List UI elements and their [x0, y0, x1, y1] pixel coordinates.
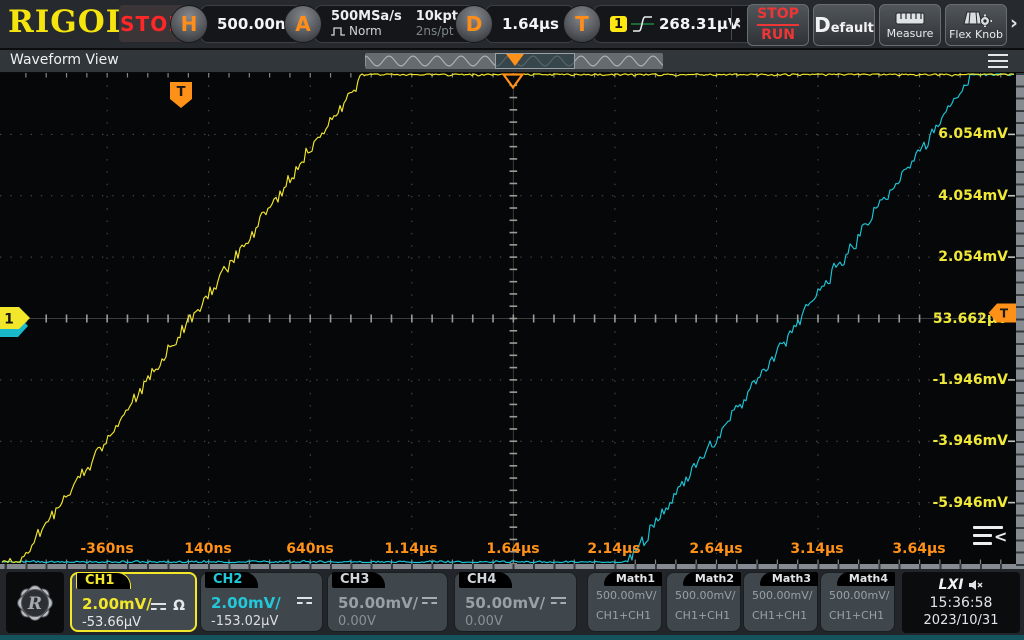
math4-tab[interactable]: Math4 — [837, 572, 895, 586]
menu-icon[interactable] — [988, 54, 1008, 68]
speaker-muted-icon — [968, 579, 983, 591]
delay-knob[interactable]: D — [455, 5, 493, 43]
ruler-icon — [895, 11, 925, 26]
delay-group: D 1.64µs — [455, 5, 575, 43]
math2-scale: 500.00mV/ — [675, 589, 735, 602]
stop-run-divider — [757, 24, 799, 26]
trigger-info[interactable]: 1 268.31µV A — [593, 5, 769, 43]
trigger-level-value: 268.31µV — [659, 15, 740, 33]
toolbar-next-chevron[interactable]: › — [1010, 12, 1018, 34]
ch2-tab[interactable]: CH2 — [205, 572, 258, 588]
trigger-level-marker[interactable]: T — [988, 303, 1016, 323]
math2-status-box[interactable]: Math2 500.00mV/ CH1+CH1 — [666, 572, 741, 632]
waveform-view-title: Waveform View — [10, 52, 119, 68]
math3-status-box[interactable]: Math3 500.00mV/ CH1+CH1 — [743, 572, 818, 632]
default-button[interactable]: Default — [813, 4, 875, 46]
ch3-dc-coupling-icon — [422, 597, 437, 604]
math4-status-box[interactable]: Math4 500.00mV/ CH1+CH1 — [820, 572, 895, 632]
ch1-offset: -53.66µV — [82, 615, 141, 630]
ch3-scale: 50.00mV/ — [338, 594, 418, 612]
math3-scale: 500.00mV/ — [752, 589, 812, 602]
math4-expression: CH1+CH1 — [829, 609, 884, 622]
waveform-display[interactable]: 6.054mV4.054mV 2.054mV53.662µV -1.946mV-… — [0, 73, 1024, 569]
measure-label: Measure — [887, 27, 934, 40]
math3-expression: CH1+CH1 — [752, 609, 807, 622]
ch4-scale: 50.00mV/ — [465, 594, 545, 612]
ch3-status-box[interactable]: CH3 50.00mV/ 0.00V — [327, 572, 448, 632]
delay-value[interactable]: 1.64µs — [485, 5, 575, 43]
acquisition-info[interactable]: 500MSa/s Norm 10kpts 2ns/pt — [314, 5, 477, 43]
math2-expression: CH1+CH1 — [675, 609, 730, 622]
ch2-offset: -153.02µV — [211, 614, 278, 629]
horizontal-scale-group: H 500.00ns/ — [170, 5, 302, 43]
ch2-dc-coupling-icon — [297, 597, 312, 604]
ch4-dc-coupling-icon — [551, 597, 566, 604]
horizontal-knob[interactable]: H — [170, 5, 208, 43]
flex-knob-button[interactable]: Flex Knob — [945, 4, 1007, 46]
trigger-knob[interactable]: T — [563, 5, 601, 43]
sample-rate: 500MSa/s — [331, 9, 402, 24]
graticule-and-traces — [0, 73, 1016, 564]
measure-button[interactable]: Measure — [879, 4, 941, 46]
results-collapse-icon[interactable]: < — [973, 525, 1009, 549]
top-toolbar: RIGOL STOP H 500.00ns/ A 500MSa/s Norm 1… — [0, 0, 1024, 50]
math4-scale: 500.00mV/ — [829, 589, 889, 602]
system-date: 2023/10/31 — [924, 612, 999, 630]
pulse-icon — [331, 27, 346, 36]
ch3-tab[interactable]: CH3 — [332, 572, 385, 588]
lxi-label: LXI — [939, 576, 964, 594]
math1-expression: CH1+CH1 — [596, 609, 651, 622]
rigol-logo: RIGOL — [8, 4, 129, 40]
ch1-dc-coupling-icon — [151, 603, 166, 610]
acquisition-group: A 500MSa/s Norm 10kpts 2ns/pt — [284, 5, 477, 43]
math3-tab[interactable]: Math3 — [760, 572, 818, 586]
system-status-box[interactable]: LXI 15:36:58 2023/10/31 — [902, 572, 1020, 633]
ch4-offset: 0.00V — [465, 614, 503, 629]
rising-edge-icon — [631, 14, 654, 34]
channel-status-bar: R CH1 2.00mV/ Ω -53.66µV CH2 2.00mV/ -15… — [0, 569, 1024, 640]
vertical-ruler[interactable] — [1016, 73, 1024, 569]
ch4-tab[interactable]: CH4 — [459, 572, 512, 588]
svg-text:T: T — [177, 85, 186, 100]
channel-level-markers[interactable]: 1 — [0, 307, 32, 339]
toolbar-prev-chevron[interactable]: ‹ — [734, 12, 742, 34]
flex-knob-label: Flex Knob — [949, 28, 1003, 41]
ch2-scale: 2.00mV/ — [211, 594, 281, 612]
bottom-accent-strip — [0, 635, 1024, 640]
run-label: RUN — [761, 28, 795, 43]
math2-tab[interactable]: Math2 — [683, 572, 741, 586]
ch4-status-box[interactable]: CH4 50.00mV/ 0.00V — [454, 572, 577, 632]
timebase-trigger-triangle-icon — [506, 54, 524, 66]
ch1-impedance: Ω — [173, 598, 185, 614]
delay-center-marker[interactable] — [502, 73, 524, 89]
timebase-overview-bar[interactable] — [365, 53, 663, 69]
trigger-source-badge: 1 — [610, 16, 627, 32]
math1-scale: 500.00mV/ — [596, 589, 656, 602]
trigger-position-marker[interactable]: T — [169, 81, 193, 109]
ch2-status-box[interactable]: CH2 2.00mV/ -153.02µV — [200, 572, 323, 632]
flex-knob-icon — [960, 10, 992, 27]
system-time: 15:36:58 — [930, 594, 993, 612]
ch3-offset: 0.00V — [338, 614, 376, 629]
ch1-tab[interactable]: CH1 — [76, 572, 131, 589]
math1-status-box[interactable]: Math1 500.00mV/ CH1+CH1 — [587, 572, 662, 632]
ch1-status-box[interactable]: CH1 2.00mV/ Ω -53.66µV — [70, 572, 197, 632]
svg-text:T: T — [1000, 307, 1009, 321]
rigol-gear-logo[interactable]: R — [6, 572, 64, 633]
stop-label: STOP — [757, 7, 799, 22]
math1-tab[interactable]: Math1 — [604, 572, 662, 586]
toolbar-divider — [731, 8, 732, 40]
acquisition-knob[interactable]: A — [284, 5, 322, 43]
svg-text:R: R — [27, 594, 42, 614]
waveform-view-header: Waveform View — [0, 50, 1024, 73]
stop-run-button[interactable]: STOP RUN — [747, 4, 809, 46]
ch1-scale: 2.00mV/ — [82, 595, 152, 613]
svg-text:1: 1 — [4, 312, 14, 328]
acquisition-mode: Norm — [349, 24, 382, 39]
